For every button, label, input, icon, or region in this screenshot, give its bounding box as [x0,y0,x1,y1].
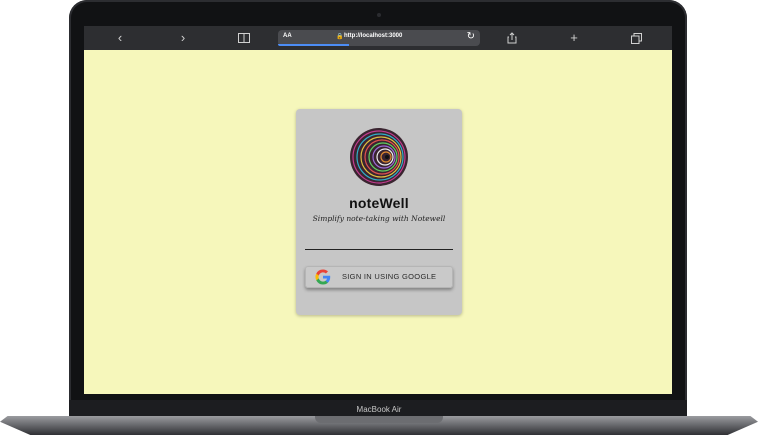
laptop-hinge-notch [315,416,443,423]
google-sign-in-label: SIGN IN USING GOOGLE [342,272,437,281]
tabs-icon [630,33,642,44]
brand-name: noteWell [349,195,409,211]
device-model-label: MacBook Air [356,405,402,414]
plus-icon: + [570,30,578,45]
browser-toolbar: ‹ › AA 🔒 http://localhost:3000 ↻ + [84,26,672,50]
reader-button[interactable]: AA [283,33,292,39]
browser-screen: ‹ › AA 🔒 http://localhost:3000 ↻ + noteW… [84,26,672,394]
page-load-progress [278,44,349,46]
google-icon [315,269,331,285]
login-card: noteWell Simplify note-taking with Notew… [296,109,462,315]
tabs-overview-button[interactable] [627,30,645,46]
forward-icon: › [180,30,186,45]
new-tab-button[interactable]: + [565,30,583,46]
camera-icon [377,13,381,17]
google-sign-in-button[interactable]: SIGN IN USING GOOGLE [305,266,453,288]
share-icon [507,32,517,44]
url-text: http://localhost:3000 [344,33,403,39]
share-button[interactable] [503,30,521,46]
reload-icon[interactable]: ↻ [467,31,475,42]
book-icon [238,33,250,43]
back-icon: ‹ [117,30,123,45]
divider [305,249,453,250]
sidebar-button[interactable] [235,30,253,46]
forward-button[interactable]: › [174,30,192,46]
lock-icon: 🔒 [336,34,344,40]
logo-icon [350,128,408,186]
address-bar[interactable]: AA 🔒 http://localhost:3000 ↻ [278,30,480,46]
tagline: Simplify note-taking with Notewell [312,214,446,223]
back-button[interactable]: ‹ [111,30,129,46]
